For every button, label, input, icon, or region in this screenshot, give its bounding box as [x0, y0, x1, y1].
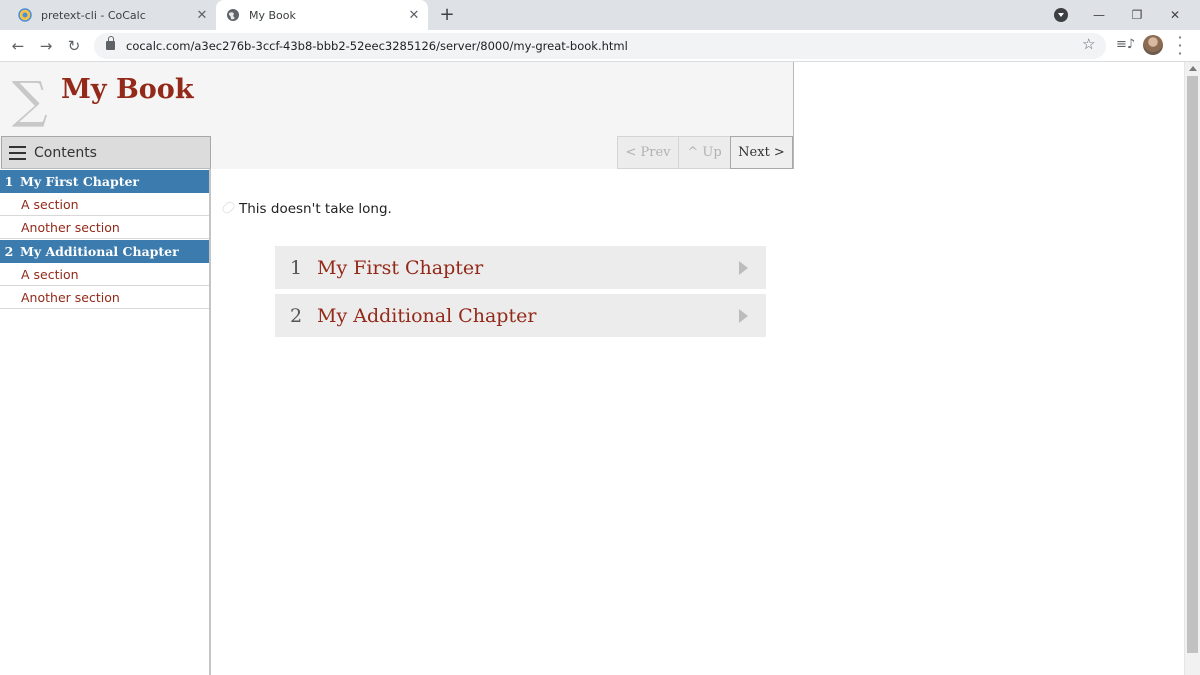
scrollbar-thumb[interactable] [1187, 76, 1198, 653]
page-navigation: < Prev ^ Up Next > [617, 136, 793, 169]
sidebar-section-link[interactable]: A section [0, 193, 209, 216]
sidebar-section-link[interactable]: Another section [0, 286, 209, 309]
browser-menu-icon[interactable]: · · · [1172, 30, 1188, 62]
intro-paragraph: This doesn't take long. [239, 201, 392, 217]
card-title: My First Chapter [317, 256, 484, 279]
up-button[interactable]: ^ Up [678, 136, 731, 169]
tab-title: My Book [249, 8, 296, 22]
chapter-number: 2 [4, 244, 14, 259]
card-number: 1 [289, 256, 303, 279]
hamburger-icon [9, 145, 26, 160]
toc-card-chapter-2[interactable]: 2 My Additional Chapter [275, 294, 766, 337]
scroll-up-icon[interactable] [1189, 66, 1197, 71]
browser-toolbar: ← → ↻ cocalc.com/a3ec276b-3ccf-43b8-bbb2… [0, 30, 1200, 62]
card-title: My Additional Chapter [317, 304, 537, 327]
sidebar-chapter-1[interactable]: 1 My First Chapter [0, 169, 209, 193]
caret-right-icon [739, 308, 748, 323]
sidebar-chapter-2[interactable]: 2 My Additional Chapter [0, 239, 209, 263]
forward-icon[interactable]: → [36, 36, 56, 56]
next-button[interactable]: Next > [730, 136, 793, 169]
reload-icon[interactable]: ↻ [64, 36, 84, 56]
restore-icon[interactable]: ❐ [1118, 8, 1156, 22]
contents-toggle-button[interactable]: Contents [1, 136, 211, 169]
globe-icon [226, 8, 240, 22]
close-window-icon[interactable]: ✕ [1156, 8, 1194, 22]
vertical-scrollbar[interactable] [1184, 62, 1200, 675]
cocalc-icon [18, 8, 32, 22]
minimize-icon[interactable]: — [1080, 8, 1118, 22]
chapter-title: My Additional Chapter [20, 244, 179, 259]
close-icon[interactable]: ✕ [192, 8, 212, 23]
media-control-icon[interactable]: ≡♪ [1116, 37, 1135, 52]
book-header: ∑ My Book Contents < Prev ^ Up Next > [0, 62, 794, 169]
new-tab-button[interactable]: + [436, 4, 458, 26]
toc-card-chapter-1[interactable]: 1 My First Chapter [275, 246, 766, 289]
sidebar-section-link[interactable]: A section [0, 263, 209, 286]
tab-my-book[interactable]: My Book ✕ [216, 0, 428, 30]
permalink-icon[interactable] [220, 199, 237, 216]
back-icon[interactable]: ← [8, 36, 28, 56]
close-icon[interactable]: ✕ [404, 8, 424, 23]
tab-search-icon[interactable] [1054, 8, 1068, 22]
card-number: 2 [289, 304, 303, 327]
contents-label: Contents [34, 144, 97, 161]
chapter-title: My First Chapter [20, 174, 140, 189]
window-controls: — ❐ ✕ [1080, 0, 1194, 30]
chapter-number: 1 [4, 174, 14, 189]
tab-title: pretext-cli - CoCalc [41, 8, 146, 22]
sigma-logo-icon[interactable]: ∑ [12, 70, 48, 130]
address-bar[interactable]: cocalc.com/a3ec276b-3ccf-43b8-bbb2-52eec… [94, 33, 1106, 59]
tab-pretext-cli[interactable]: pretext-cli - CoCalc ✕ [8, 0, 216, 30]
page-title[interactable]: My Book [61, 74, 194, 105]
url-text: cocalc.com/a3ec276b-3ccf-43b8-bbb2-52eec… [126, 39, 628, 53]
bookmark-star-icon[interactable]: ☆ [1082, 35, 1095, 53]
caret-right-icon [739, 260, 748, 275]
avatar[interactable] [1143, 35, 1163, 55]
sidebar-section-link[interactable]: Another section [0, 216, 209, 239]
prev-button[interactable]: < Prev [617, 136, 679, 169]
lock-icon [106, 36, 115, 50]
browser-tab-strip: pretext-cli - CoCalc ✕ My Book ✕ + — ❐ ✕ [0, 0, 1200, 30]
toc-sidebar: 1 My First Chapter A section Another sec… [0, 169, 211, 675]
